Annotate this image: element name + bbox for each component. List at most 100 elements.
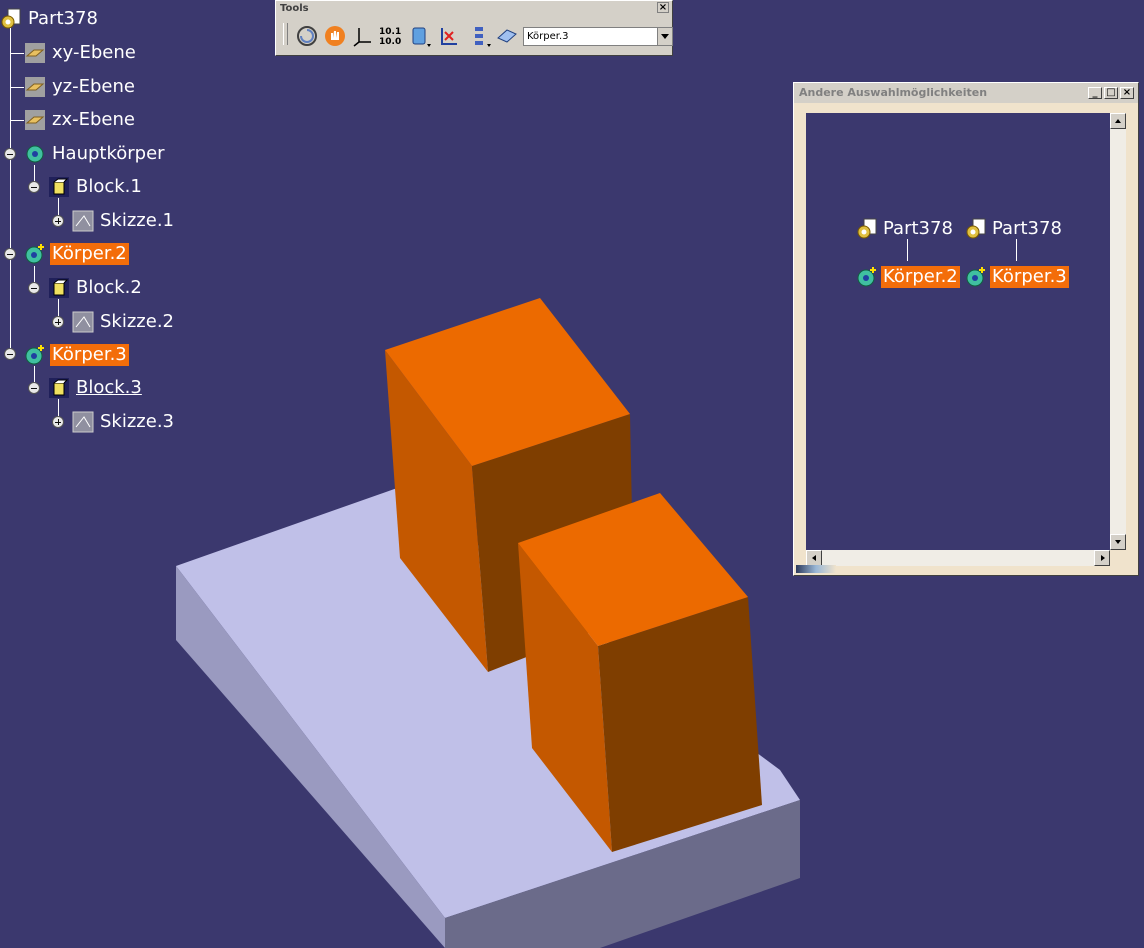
compass-gradient	[796, 565, 836, 573]
toolbar-title-text: Tools	[280, 3, 309, 14]
tree-node-label: xy-Ebene	[52, 42, 136, 63]
scan-icon[interactable]	[437, 24, 461, 48]
tree-node-label: Skizze.1	[100, 210, 174, 231]
tree-connector	[10, 120, 24, 121]
body-select-icon[interactable]	[495, 24, 519, 48]
horizontal-scrollbar[interactable]	[806, 550, 1110, 566]
part-document-icon	[1, 8, 21, 29]
toolbar-grip[interactable]	[283, 23, 288, 45]
dialog-title: Andere Auswahlmöglichkeiten	[799, 86, 988, 99]
body-gear-plus-icon	[25, 345, 44, 365]
scroll-left-button[interactable]	[806, 550, 822, 566]
graph-node-label: Part378	[992, 218, 1062, 239]
body-gear-plus-icon	[857, 267, 876, 287]
tree-node-xy-plane[interactable]: xy-Ebene	[24, 41, 138, 65]
body-gear-plus-icon	[25, 244, 44, 264]
dialog-titlebar[interactable]: Andere Auswahlmöglichkeiten _ □ ×	[794, 83, 1138, 103]
graph-node-part378-b[interactable]: Part378	[965, 217, 1064, 241]
tree-node-koerper-2[interactable]: Körper.2	[24, 242, 129, 266]
tree-list-icon[interactable]	[467, 24, 491, 48]
collapse-toggle[interactable]	[28, 181, 40, 193]
tree-node-hauptkoerper[interactable]: Hauptkörper	[24, 142, 167, 166]
expand-toggle[interactable]	[52, 316, 64, 328]
scroll-down-button[interactable]	[1110, 534, 1126, 550]
scroll-right-button[interactable]	[1094, 550, 1110, 566]
arrow-left-icon	[812, 555, 816, 561]
selection-graph-view[interactable]: Part378 Körper.2 Part378 Körper.3	[806, 113, 1110, 550]
tree-node-label: yz-Ebene	[52, 76, 135, 97]
part-document-icon	[857, 218, 877, 239]
graph-connector	[907, 239, 908, 261]
tree-node-label: Hauptkörper	[52, 143, 165, 164]
expand-toggle[interactable]	[52, 215, 64, 227]
plane-icon	[25, 110, 45, 130]
tree-node-label: Skizze.2	[100, 311, 174, 332]
tree-connector	[10, 28, 11, 354]
rotate-view-icon[interactable]	[295, 24, 319, 48]
chevron-down-icon[interactable]	[657, 28, 672, 45]
collapse-toggle[interactable]	[4, 348, 16, 360]
tools-toolbar: Tools × 10.1 10.0 Körper.3	[275, 0, 673, 56]
arrow-right-icon	[1101, 555, 1105, 561]
toolbar-title[interactable]: Tools ×	[276, 1, 672, 16]
hand-select-icon[interactable]	[323, 24, 347, 48]
axis-system-icon[interactable]	[351, 24, 375, 48]
scroll-up-button[interactable]	[1110, 113, 1126, 129]
tree-node-block-1[interactable]: Block.1	[48, 175, 144, 199]
tree-node-yz-plane[interactable]: yz-Ebene	[24, 75, 137, 99]
combobox-value: Körper.3	[527, 31, 569, 42]
tree-node-skizze-1[interactable]: Skizze.1	[72, 209, 176, 233]
tree-node-label: Skizze.3	[100, 411, 174, 432]
tree-node-koerper-3[interactable]: Körper.3	[24, 343, 129, 367]
body-stack-icon[interactable]	[407, 24, 431, 48]
svg-text:10.1: 10.1	[379, 27, 401, 37]
plane-icon	[25, 43, 45, 63]
other-selections-dialog: Andere Auswahlmöglichkeiten _ □ × Part37…	[793, 82, 1139, 576]
tree-node-label: Block.1	[76, 176, 142, 197]
tree-node-skizze-3[interactable]: Skizze.3	[72, 410, 176, 434]
tree-node-block-3[interactable]: Block.3	[48, 376, 144, 400]
collapse-toggle[interactable]	[28, 382, 40, 394]
tree-node-part378[interactable]: Part378	[0, 7, 100, 31]
tree-node-skizze-2[interactable]: Skizze.2	[72, 310, 176, 334]
tree-node-label: Körper.2	[50, 243, 129, 265]
tree-connector	[10, 53, 24, 54]
collapse-toggle[interactable]	[28, 282, 40, 294]
svg-text:10.0: 10.0	[379, 37, 401, 47]
graph-node-label: Körper.3	[990, 266, 1069, 288]
tree-node-label: Part378	[28, 8, 98, 29]
graph-node-koerper-3[interactable]: Körper.3	[965, 265, 1069, 289]
collapse-toggle[interactable]	[4, 148, 16, 160]
tree-node-label: Block.3	[76, 377, 142, 398]
arrow-down-icon	[1115, 540, 1121, 544]
close-button[interactable]: ×	[1120, 87, 1134, 99]
graph-node-part378-a[interactable]: Part378	[856, 217, 955, 241]
graph-node-label: Körper.2	[881, 266, 960, 288]
vertical-scrollbar[interactable]	[1110, 113, 1126, 550]
tree-node-block-2[interactable]: Block.2	[48, 276, 144, 300]
toolbar-close-button[interactable]: ×	[657, 2, 669, 13]
pad-icon	[49, 378, 69, 398]
specification-tree: Part378 xy-Ebene yz-Ebene zx-Ebene Haupt…	[0, 0, 280, 440]
collapse-toggle[interactable]	[4, 248, 16, 260]
numeric-values-icon[interactable]: 10.110.0	[377, 24, 401, 48]
graph-node-koerper-2[interactable]: Körper.2	[856, 265, 960, 289]
tree-node-label: Block.2	[76, 277, 142, 298]
minimize-button[interactable]: _	[1088, 87, 1102, 99]
tree-node-label: Körper.3	[50, 344, 129, 366]
graph-connector	[1016, 239, 1017, 261]
tree-connector	[10, 87, 24, 88]
tree-node-label: zx-Ebene	[52, 109, 135, 130]
sketch-icon	[72, 210, 94, 232]
pad-icon	[49, 278, 69, 298]
body-select-combobox[interactable]: Körper.3	[523, 27, 673, 46]
sketch-icon	[72, 311, 94, 333]
body-gear-icon	[26, 145, 44, 163]
maximize-button[interactable]: □	[1104, 87, 1118, 99]
tree-node-zx-plane[interactable]: zx-Ebene	[24, 108, 137, 132]
sketch-icon	[72, 411, 94, 433]
toolbar-row: 10.1 10.0 Körper.3	[279, 21, 673, 51]
arrow-up-icon	[1115, 119, 1121, 123]
expand-toggle[interactable]	[52, 416, 64, 428]
pad-icon	[49, 177, 69, 197]
